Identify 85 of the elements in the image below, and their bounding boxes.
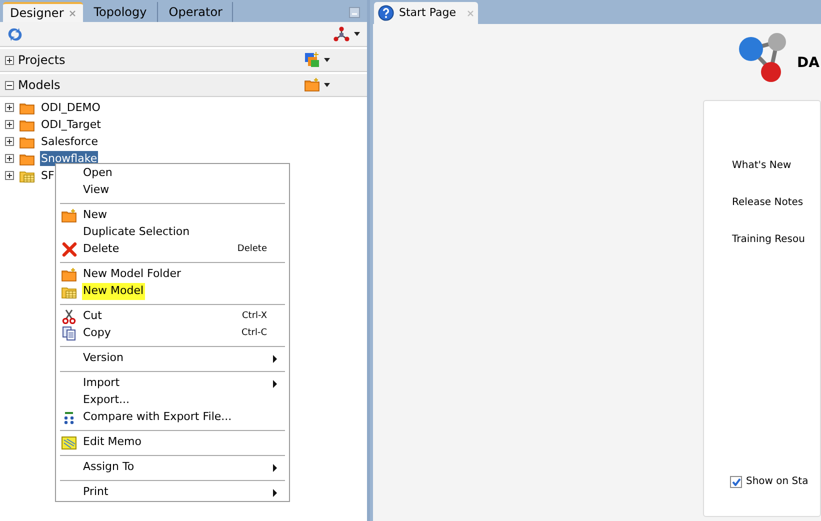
memo-icon (61, 435, 77, 450)
folder-icon (19, 134, 35, 148)
shortcut-text: Ctrl-C (241, 326, 267, 340)
help-icon (378, 5, 394, 21)
navigator-tab[interactable]: Designer (3, 2, 83, 22)
menu-item-label: Print (82, 484, 110, 500)
shortcut-text: Delete (237, 242, 267, 256)
menu-item[interactable]: Compare with Export File... (56, 409, 289, 426)
accordion-header[interactable]: Models (0, 74, 367, 97)
model-icon (61, 284, 77, 298)
caret-icon[interactable] (324, 58, 330, 62)
folder-icon (19, 152, 35, 166)
checkbox[interactable] (730, 476, 742, 488)
menu-item[interactable]: Import (56, 375, 289, 392)
copy-icon (62, 326, 76, 341)
tree-item[interactable]: ODI_DEMO (40, 100, 102, 115)
menu-item-label: Version (82, 350, 124, 366)
menu-item[interactable]: Print (56, 484, 289, 501)
close-icon[interactable] (68, 10, 76, 16)
caret-icon[interactable] (354, 32, 360, 36)
accordion-label: Projects (18, 52, 66, 69)
scissors-icon (62, 309, 76, 324)
menu-item-label: New (82, 207, 108, 224)
new-folder-icon (304, 78, 320, 92)
menu-item[interactable]: View (56, 182, 289, 199)
product-title: DA (797, 54, 820, 72)
accordion-label: Models (18, 77, 60, 94)
menu-item[interactable]: Cut Ctrl-X (56, 308, 289, 325)
menu-item-label: View (82, 182, 110, 198)
editor-tab[interactable]: Start Page (374, 2, 478, 24)
menu-item[interactable]: New (56, 207, 289, 224)
expand-icon[interactable] (5, 56, 14, 64)
new-folder-icon (61, 208, 77, 222)
menu-item[interactable]: Export... (56, 392, 289, 409)
folder-icon (19, 100, 35, 114)
expand-icon[interactable] (5, 137, 14, 146)
accordion-header[interactable]: Projects (0, 49, 367, 72)
folder-icon (19, 118, 35, 132)
menu-item-label: Compare with Export File... (82, 409, 233, 426)
minimize-icon[interactable] (349, 7, 360, 18)
menu-item-label: Open (82, 165, 114, 182)
collapse-icon[interactable] (5, 80, 14, 90)
new-project-icon[interactable] (304, 52, 320, 68)
menu-item[interactable]: Duplicate Selection (56, 224, 289, 241)
start-link[interactable]: Training Resou (732, 232, 805, 249)
connection-icon[interactable] (333, 26, 350, 42)
tree-item[interactable]: Salesforce (40, 134, 99, 149)
tree-item[interactable]: ODI_Target (40, 117, 102, 132)
tree-item[interactable]: SF (40, 168, 56, 183)
caret-icon[interactable] (324, 83, 330, 87)
menu-item-label: Duplicate Selection (82, 224, 191, 240)
submenu-arrow-icon (273, 488, 277, 496)
expand-icon[interactable] (5, 103, 14, 112)
menu-item[interactable]: New Model (56, 283, 289, 300)
menu-item-label: Edit Memo (82, 434, 143, 450)
menu-item[interactable]: New Model Folder (56, 266, 289, 283)
menu-item[interactable]: Copy Ctrl-C (56, 325, 289, 342)
expand-icon[interactable] (5, 171, 14, 180)
menu-item-label: New Model Folder (82, 266, 182, 282)
menu-item-label: Delete (82, 241, 120, 258)
menu-item-label: Cut (82, 308, 103, 324)
menu-item[interactable]: Open (56, 165, 289, 182)
submenu-arrow-icon (273, 354, 277, 362)
start-link[interactable]: Release Notes (732, 195, 804, 212)
expand-icon[interactable] (5, 154, 14, 163)
checkbox-label: Show on Sta (746, 475, 808, 489)
new-folder-icon (61, 268, 77, 282)
menu-item-label: New Model (82, 283, 145, 300)
menu-item[interactable]: Delete Delete (56, 241, 289, 258)
compare-icon (63, 410, 75, 426)
shortcut-text: Ctrl-X (242, 310, 267, 323)
menu-item-label: Import (82, 375, 121, 392)
expand-icon[interactable] (5, 120, 14, 129)
menu-item[interactable]: Edit Memo (56, 434, 289, 451)
menu-item-label: Assign To (82, 459, 136, 476)
submenu-arrow-icon (273, 380, 277, 388)
delete-icon (62, 242, 76, 257)
menu-item-label: Export... (82, 392, 130, 408)
start-link[interactable]: What's New (732, 158, 792, 175)
submenu-arrow-icon (273, 464, 277, 472)
refresh-icon[interactable] (7, 26, 23, 42)
menu-item[interactable]: Assign To (56, 459, 289, 476)
menu-item[interactable]: Version (56, 350, 289, 367)
model-folder-icon (19, 168, 35, 182)
menu-item-label: Copy (82, 325, 112, 342)
